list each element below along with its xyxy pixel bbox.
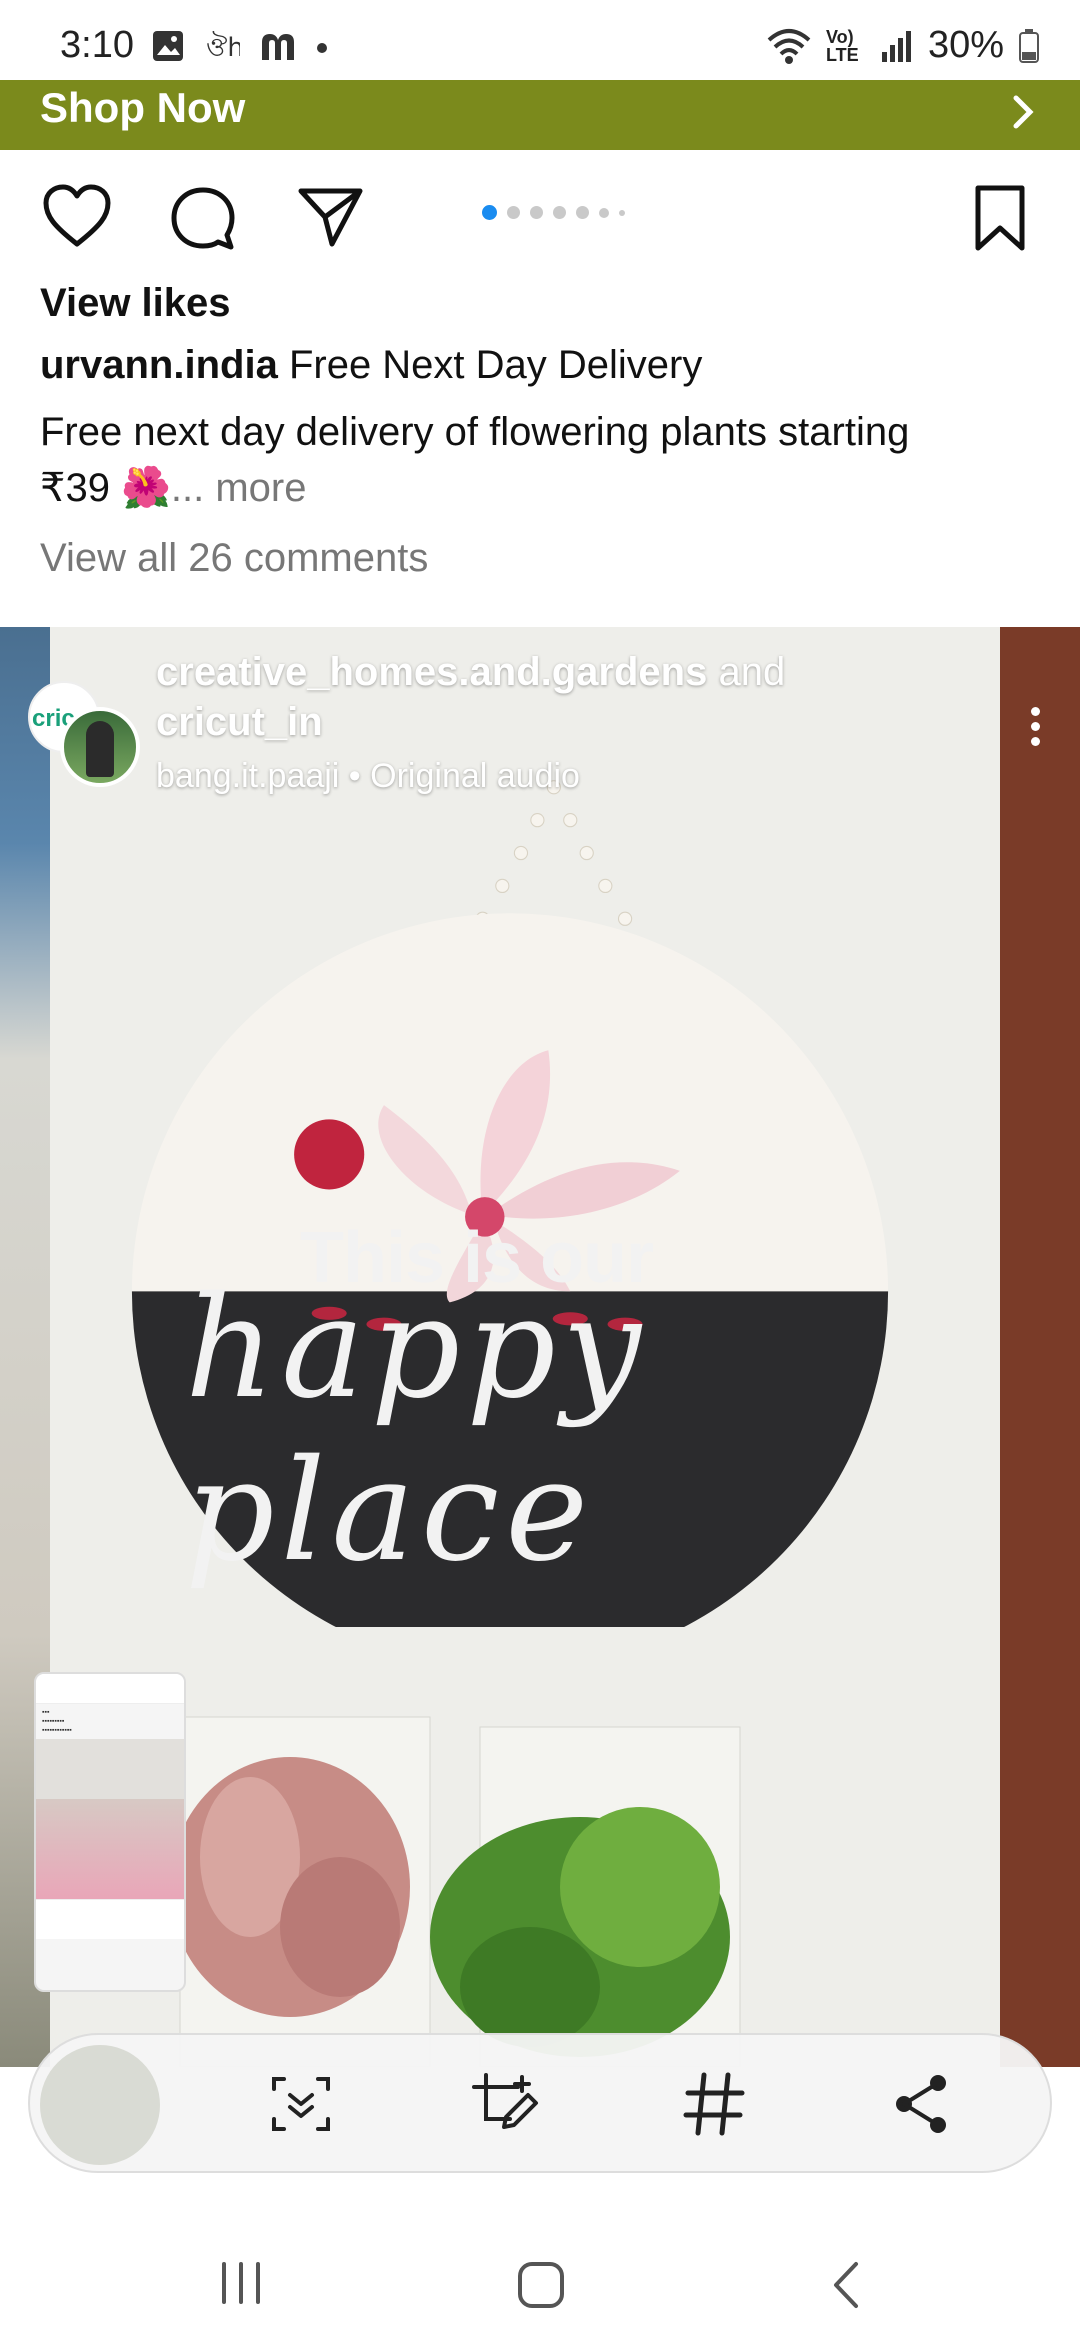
reel-post[interactable]: This is our happy place cric creative_ho… [0, 627, 1080, 2067]
status-right: Vo) LTE 30% [766, 24, 1040, 67]
description-line1: Free next day delivery of flowering plan… [40, 410, 910, 454]
reel-username-joiner: and [718, 650, 786, 694]
post-description: Free next day delivery of flowering plan… [40, 404, 1050, 516]
share-icon[interactable] [892, 2071, 952, 2137]
recents-icon[interactable] [218, 2260, 264, 2306]
like-heart-icon[interactable] [42, 184, 112, 250]
crop-edit-icon[interactable] [470, 2071, 540, 2137]
status-bar: 3:10 ঔh Vo) LTE 30% [0, 0, 1080, 80]
scroll-capture-icon[interactable] [268, 2071, 334, 2137]
hashtag-icon[interactable] [682, 2071, 746, 2137]
more-options-icon[interactable] [1031, 707, 1040, 746]
avatar-cricut[interactable] [60, 707, 140, 787]
system-navigation-bar [0, 2220, 1080, 2340]
toolbar-thumbnail[interactable] [40, 2045, 160, 2165]
carousel-indicator [482, 205, 625, 220]
plants-illustration [170, 1716, 741, 2067]
carousel-dot [599, 207, 609, 218]
carousel-dot-active [482, 205, 497, 220]
carousel-dot [507, 206, 520, 219]
svg-text:ঔh: ঔh [206, 31, 240, 63]
more-link[interactable]: ... more [171, 466, 307, 510]
caption-line: urvann.india Free Next Day Delivery [40, 337, 1050, 393]
post-username[interactable]: urvann.india [40, 343, 278, 387]
sign-text-line2: happy place [185, 1267, 647, 1593]
screenshot-toolbar [28, 2033, 1052, 2173]
status-time: 3:10 [60, 24, 134, 66]
home-icon[interactable] [516, 2260, 566, 2310]
carousel-dot [530, 206, 543, 219]
battery-percent: 30% [927, 24, 1004, 66]
carousel-dot [576, 206, 589, 219]
reel-username-2[interactable]: cricut_in [156, 700, 323, 744]
reel-username-1[interactable]: creative_homes.and.gardens [156, 650, 707, 694]
caption-headline: Free Next Day Delivery [288, 343, 703, 387]
reel-header: cric creative_homes.and.gardens and cric… [28, 647, 1058, 795]
shop-now-label: Shop Now [40, 84, 246, 131]
notification-icons: ঔh [150, 28, 328, 64]
reel-usernames: creative_homes.and.gardens and cricut_in [156, 647, 785, 747]
screenshot-preview-thumbnail[interactable]: ▪▪▪ ▪▪▪▪▪▪▪▪▪ ▪▪▪▪▪▪▪▪▪▪▪▪ [34, 1672, 186, 1992]
description-line2: ₹39 🌺 [40, 466, 171, 510]
chevron-right-icon [1013, 95, 1034, 129]
gallery-icon [153, 31, 183, 61]
m-app-icon [262, 34, 294, 60]
view-comments-link[interactable]: View all 26 comments [40, 530, 1050, 586]
save-bookmark-icon[interactable] [972, 184, 1028, 254]
battery-icon [1019, 28, 1039, 63]
signal-icon [881, 30, 911, 62]
shop-now-banner[interactable]: Shop Now [0, 80, 1080, 150]
wifi-icon [767, 28, 811, 64]
app-notification-icon: ঔh [206, 31, 240, 63]
view-likes-link[interactable]: View likes [40, 275, 1050, 331]
dot-icon [317, 43, 327, 53]
carousel-dot [619, 209, 625, 216]
send-icon[interactable] [296, 184, 366, 250]
carousel-dot [553, 206, 566, 219]
network-label: Vo) LTE [825, 26, 859, 65]
comment-icon[interactable] [168, 184, 238, 254]
reel-audio[interactable]: bang.it.paaji • Original audio [156, 757, 580, 796]
back-icon[interactable] [828, 2260, 862, 2310]
